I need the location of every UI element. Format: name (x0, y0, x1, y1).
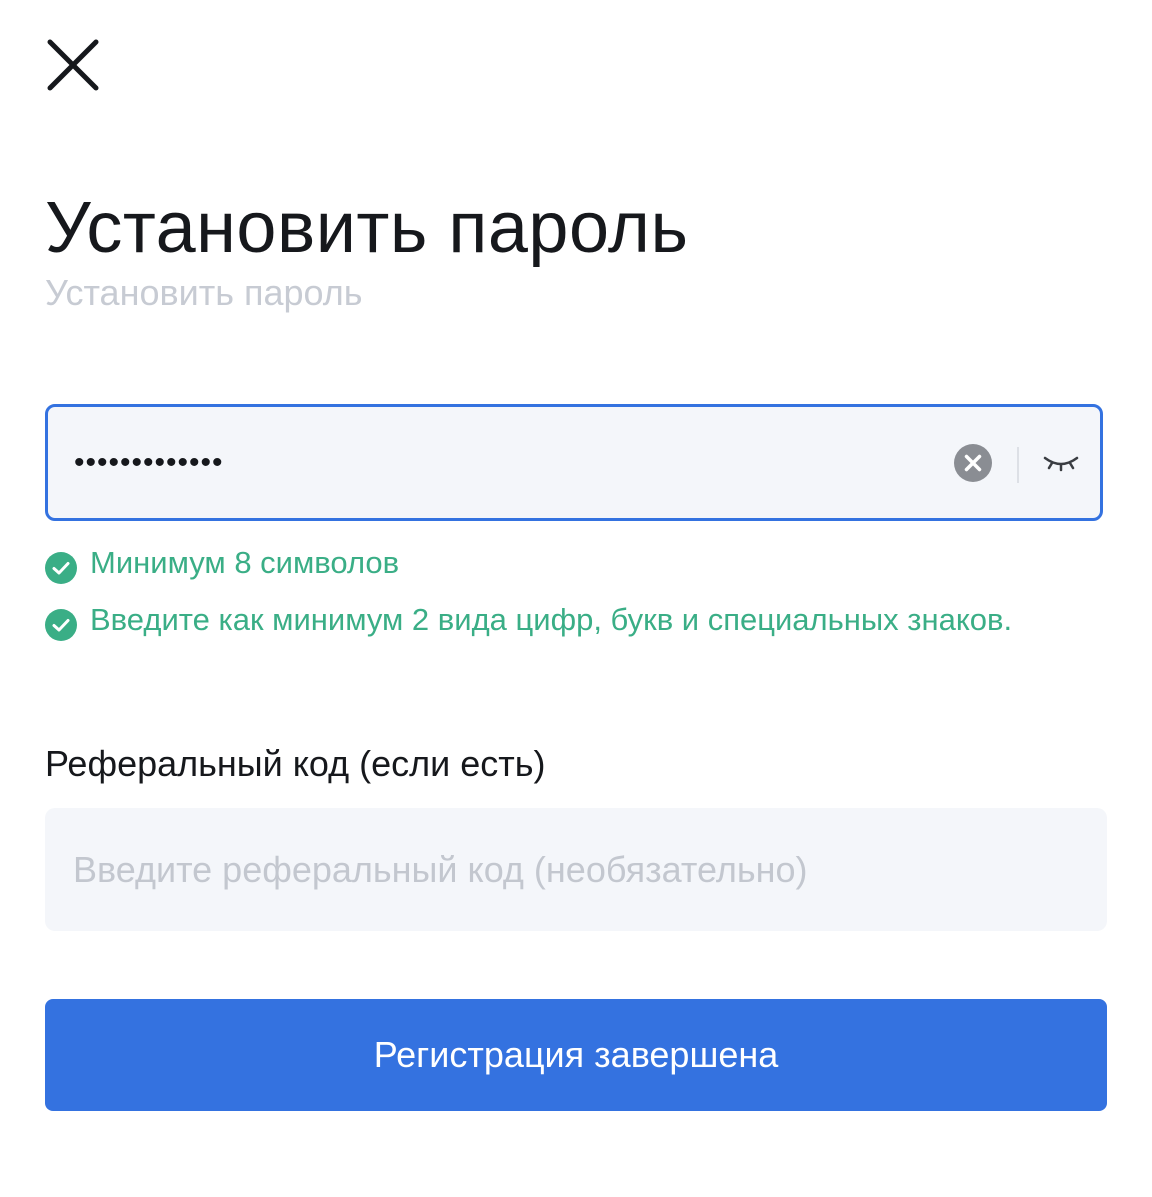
check-circle-icon (45, 609, 77, 641)
page-subtitle: Установить пароль (45, 272, 363, 313)
complete-registration-button[interactable]: Регистрация завершена (45, 999, 1107, 1111)
toggle-visibility-button[interactable] (1042, 447, 1080, 477)
close-button[interactable] (44, 36, 102, 94)
check-circle-icon (45, 552, 77, 584)
referral-label: Реферальный код (если есть) (45, 743, 546, 784)
clear-icon (954, 444, 992, 482)
password-field[interactable]: ••••••••••••• (45, 404, 1103, 521)
rule-text: Минимум 8 символов (90, 545, 400, 580)
clear-password-button[interactable] (954, 444, 992, 482)
password-value[interactable]: ••••••••••••• (74, 407, 224, 518)
field-divider (1017, 447, 1019, 483)
rule-text: Введите как минимум 2 вида цифр, букв и … (90, 602, 1013, 637)
close-icon (47, 39, 99, 91)
eye-closed-icon (1043, 456, 1079, 472)
password-rule-min-length: Минимум 8 символов (45, 545, 1050, 584)
referral-code-input[interactable] (45, 808, 1107, 931)
password-rule-char-types: Введите как минимум 2 вида цифр, букв и … (45, 602, 1050, 641)
page-title: Установить пароль (45, 188, 689, 268)
